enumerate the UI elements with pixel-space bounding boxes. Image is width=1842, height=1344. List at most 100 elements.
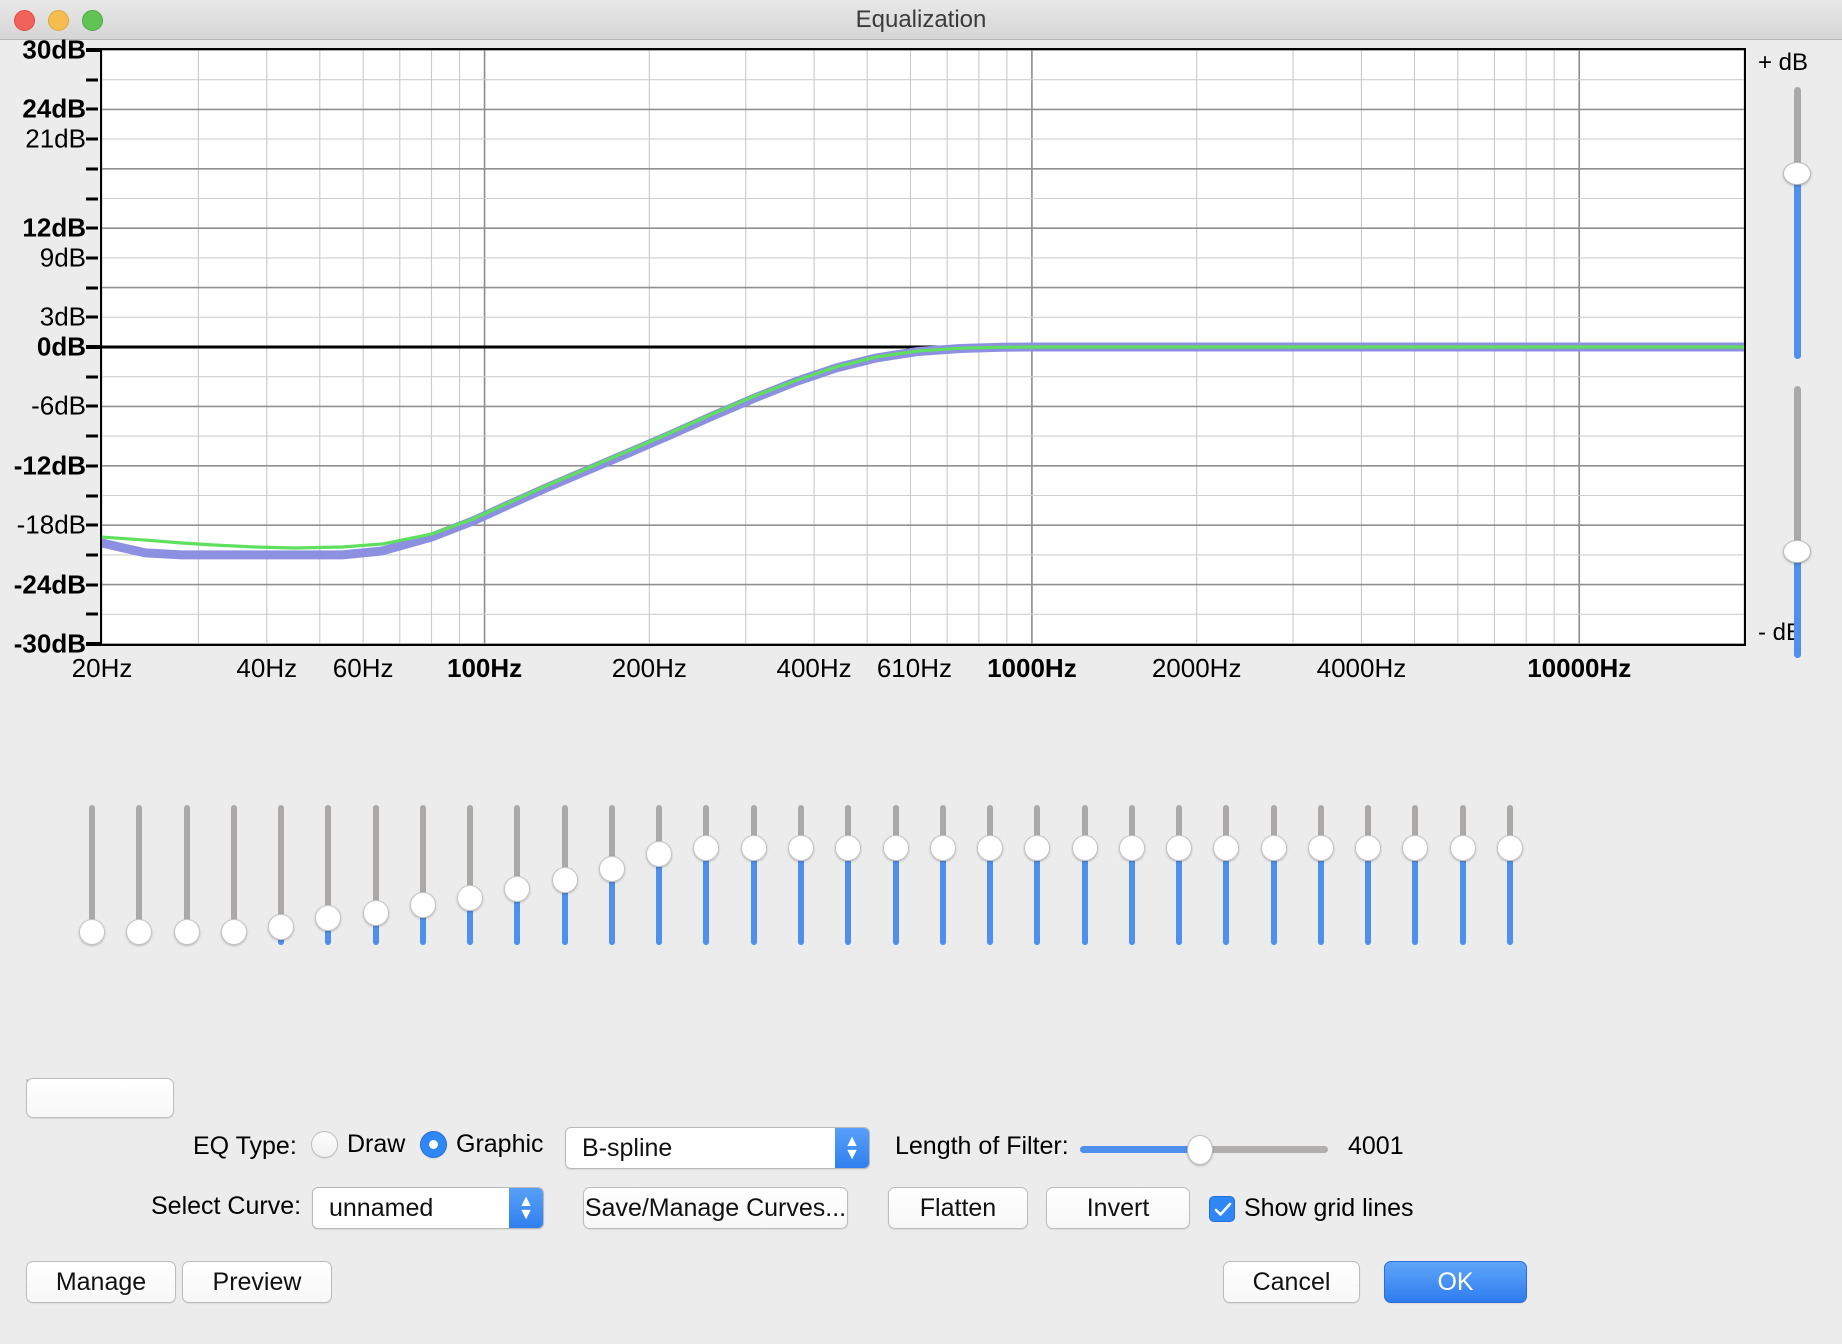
eq-band-slider-thumb[interactable] xyxy=(221,919,247,945)
eq-band-slider[interactable] xyxy=(1024,805,1050,945)
eq-band-slider[interactable] xyxy=(599,805,625,945)
manage-button[interactable]: Manage xyxy=(26,1261,176,1303)
eq-band-slider[interactable] xyxy=(504,805,530,945)
eq-band-slider-thumb[interactable] xyxy=(599,856,625,882)
eq-band-slider-thumb[interactable] xyxy=(788,835,814,861)
y-axis-tick xyxy=(86,524,98,527)
eq-band-slider[interactable] xyxy=(1261,805,1287,945)
eq-band-slider-thumb[interactable] xyxy=(1355,835,1381,861)
min-db-slider-thumb[interactable] xyxy=(1783,540,1811,563)
eq-graph-panel: 30dB24dB21dB12dB9dB3dB0dB-6dB-12dB-18dB-… xyxy=(0,41,1842,751)
eq-band-slider-thumb[interactable] xyxy=(741,835,767,861)
preview-button[interactable]: Preview xyxy=(182,1261,332,1303)
x-axis-label: 40Hz xyxy=(236,653,297,684)
eq-band-slider-thumb[interactable] xyxy=(1450,835,1476,861)
eq-band-slider-thumb[interactable] xyxy=(1119,835,1145,861)
select-curve-combobox[interactable]: unnamed ▲▼ xyxy=(312,1187,544,1229)
eq-band-slider[interactable] xyxy=(552,805,578,945)
eq-band-slider-thumb[interactable] xyxy=(1402,835,1428,861)
y-axis-tick xyxy=(86,583,98,586)
radio-draw-indicator[interactable] xyxy=(311,1131,338,1158)
eq-band-slider[interactable] xyxy=(174,805,200,945)
eq-band-slider-thumb[interactable] xyxy=(1072,835,1098,861)
plus-db-label: + dB xyxy=(1758,49,1808,77)
length-of-filter-thumb[interactable] xyxy=(1187,1135,1213,1165)
chevron-updown-icon[interactable]: ▲▼ xyxy=(835,1128,869,1168)
eq-band-slider[interactable] xyxy=(930,805,956,945)
eq-band-slider[interactable] xyxy=(126,805,152,945)
invert-button[interactable]: Invert xyxy=(1046,1187,1190,1229)
checkmark-icon[interactable] xyxy=(1209,1196,1235,1222)
eq-band-slider[interactable] xyxy=(457,805,483,945)
eq-band-slider-thumb[interactable] xyxy=(693,835,719,861)
eq-band-slider-thumb[interactable] xyxy=(126,919,152,945)
eq-band-slider[interactable] xyxy=(268,805,294,945)
y-axis-label: 0dB xyxy=(37,332,86,363)
eq-band-slider[interactable] xyxy=(1355,805,1381,945)
eq-band-slider[interactable] xyxy=(977,805,1003,945)
eq-band-slider-thumb[interactable] xyxy=(174,919,200,945)
eq-band-slider-thumb[interactable] xyxy=(1497,835,1523,861)
eq-band-slider-thumb[interactable] xyxy=(835,835,861,861)
eq-band-slider-fill xyxy=(1129,857,1135,945)
chevron-updown-icon-curve[interactable]: ▲▼ xyxy=(509,1188,543,1228)
eq-band-slider[interactable] xyxy=(646,805,672,945)
eq-band-slider[interactable] xyxy=(79,805,105,945)
eq-band-slider-thumb[interactable] xyxy=(977,835,1003,861)
eq-curve-plot[interactable] xyxy=(100,48,1746,646)
eq-band-slider[interactable] xyxy=(835,805,861,945)
cancel-button[interactable]: Cancel xyxy=(1223,1261,1360,1303)
eq-band-slider[interactable] xyxy=(1308,805,1334,945)
eq-band-slider[interactable] xyxy=(693,805,719,945)
eq-type-draw-radio[interactable]: Draw xyxy=(311,1130,405,1159)
eq-band-slider[interactable] xyxy=(1166,805,1192,945)
max-db-slider-thumb[interactable] xyxy=(1783,162,1811,185)
show-grid-lines-label: Show grid lines xyxy=(1244,1194,1414,1223)
eq-band-slider[interactable] xyxy=(363,805,389,945)
eq-band-slider-thumb[interactable] xyxy=(552,867,578,893)
eq-band-slider-thumb[interactable] xyxy=(1213,835,1239,861)
eq-band-slider-thumb[interactable] xyxy=(268,914,294,940)
eq-band-slider-thumb[interactable] xyxy=(1261,835,1287,861)
eq-band-slider-thumb[interactable] xyxy=(315,905,341,931)
eq-band-slider[interactable] xyxy=(1497,805,1523,945)
length-of-filter-slider[interactable] xyxy=(1080,1135,1328,1165)
y-axis-tick xyxy=(86,227,98,230)
save-manage-curves-button[interactable]: Save/Manage Curves... xyxy=(583,1187,848,1229)
y-axis-label: -12dB xyxy=(14,450,86,481)
eq-band-slider-thumb[interactable] xyxy=(79,919,105,945)
graphic-eq-slider-bank[interactable] xyxy=(0,805,1842,945)
eq-band-slider-thumb[interactable] xyxy=(1024,835,1050,861)
eq-band-slider[interactable] xyxy=(1402,805,1428,945)
y-axis-tick xyxy=(86,375,98,378)
eq-band-slider[interactable] xyxy=(741,805,767,945)
eq-band-slider-thumb[interactable] xyxy=(1308,835,1334,861)
eq-band-slider[interactable] xyxy=(883,805,909,945)
eq-band-slider-thumb[interactable] xyxy=(930,835,956,861)
eq-band-slider-thumb[interactable] xyxy=(363,900,389,926)
flatten-button[interactable]: Flatten xyxy=(888,1187,1028,1229)
eq-band-slider-fill xyxy=(1318,857,1324,945)
eq-band-slider-thumb[interactable] xyxy=(410,892,436,918)
eq-band-slider-thumb[interactable] xyxy=(504,876,530,902)
eq-band-slider[interactable] xyxy=(1450,805,1476,945)
ok-button[interactable]: OK xyxy=(1384,1261,1527,1303)
eq-type-graphic-radio[interactable]: Graphic xyxy=(420,1130,544,1159)
eq-band-slider[interactable] xyxy=(788,805,814,945)
show-grid-lines-checkbox[interactable]: Show grid lines xyxy=(1209,1194,1414,1223)
min-db-slider[interactable] xyxy=(1783,386,1811,658)
eq-band-slider[interactable] xyxy=(315,805,341,945)
eq-band-slider-thumb[interactable] xyxy=(646,841,672,867)
max-db-slider[interactable] xyxy=(1783,87,1811,359)
eq-band-slider-thumb[interactable] xyxy=(1166,835,1192,861)
interpolation-value: B-spline xyxy=(566,1134,835,1163)
eq-band-slider[interactable] xyxy=(1072,805,1098,945)
radio-graphic-indicator[interactable] xyxy=(420,1131,447,1158)
eq-band-slider[interactable] xyxy=(1213,805,1239,945)
eq-band-slider[interactable] xyxy=(410,805,436,945)
eq-band-slider-thumb[interactable] xyxy=(457,885,483,911)
eq-band-slider[interactable] xyxy=(221,805,247,945)
eq-band-slider[interactable] xyxy=(1119,805,1145,945)
interpolation-combobox[interactable]: B-spline ▲▼ xyxy=(565,1127,870,1169)
eq-band-slider-thumb[interactable] xyxy=(883,835,909,861)
